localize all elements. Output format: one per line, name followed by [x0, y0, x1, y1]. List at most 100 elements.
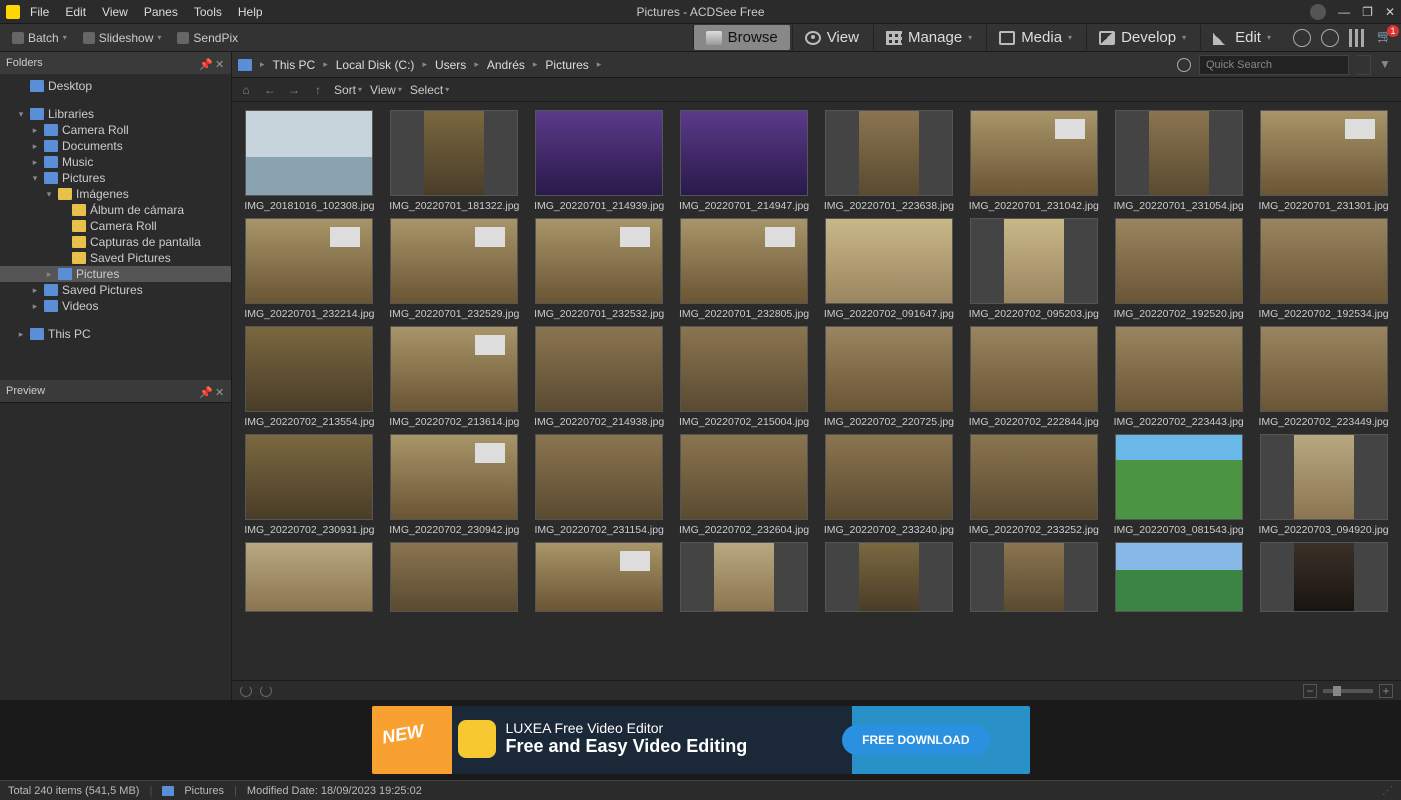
zoom-out-button[interactable]: − — [1303, 684, 1317, 698]
tree-pictures[interactable]: ▾Pictures — [0, 170, 231, 186]
crumb-pictures[interactable]: Pictures — [545, 58, 588, 72]
thumbnail-item[interactable]: IMG_20220702_232604.jpg — [675, 434, 814, 536]
thumbnail-item[interactable]: IMG_20220702_222844.jpg — [964, 326, 1103, 428]
thumbnail-item[interactable]: IMG_20220701_232214.jpg — [240, 218, 379, 320]
thumbnail-item[interactable] — [240, 542, 379, 612]
tree-thispc[interactable]: ▸This PC — [0, 326, 231, 342]
thumbnail-item[interactable]: IMG_20220702_214938.jpg — [530, 326, 669, 428]
resize-grip-icon[interactable]: ⋰ — [1382, 784, 1393, 797]
crumb-user[interactable]: Andrés — [487, 58, 525, 72]
batch-tool[interactable]: Batch▾ — [6, 29, 73, 47]
forward-icon[interactable]: → — [286, 82, 302, 98]
tree-savedpics[interactable]: Saved Pictures — [0, 250, 231, 266]
menu-tools[interactable]: Tools — [194, 5, 222, 19]
select-dropdown[interactable]: Select▾ — [410, 83, 449, 97]
mode-browse[interactable]: Browse — [693, 25, 790, 50]
maximize-button[interactable]: ❐ — [1362, 5, 1373, 19]
minimize-button[interactable]: — — [1338, 5, 1350, 19]
thumbnail-item[interactable]: IMG_20220701_231054.jpg — [1109, 110, 1248, 212]
back-icon[interactable]: ← — [262, 82, 278, 98]
menu-help[interactable]: Help — [238, 5, 263, 19]
thumbnail-item[interactable]: IMG_20220701_232805.jpg — [675, 218, 814, 320]
sendpix-tool[interactable]: SendPix — [171, 29, 244, 47]
thumbnail-item[interactable]: IMG_20220702_213554.jpg — [240, 326, 379, 428]
thumbnail-area[interactable]: IMG_20181016_102308.jpgIMG_20220701_1813… — [232, 102, 1401, 680]
crumb-users[interactable]: Users — [435, 58, 466, 72]
tree-imagenes[interactable]: ▾Imágenes — [0, 186, 231, 202]
thumbnail-item[interactable]: IMG_20220702_213614.jpg — [385, 326, 524, 428]
reload-icon[interactable] — [240, 685, 252, 697]
pin-icon[interactable]: 📌 — [199, 58, 209, 68]
tree-cameraroll[interactable]: ▸Camera Roll — [0, 122, 231, 138]
thumbnail-item[interactable] — [1109, 542, 1248, 612]
tree-libraries[interactable]: ▾Libraries — [0, 106, 231, 122]
thumbnail-item[interactable]: IMG_20220703_081543.jpg — [1109, 434, 1248, 536]
zoom-slider[interactable] — [1323, 689, 1373, 693]
tree-album[interactable]: Álbum de cámara — [0, 202, 231, 218]
thumbnail-item[interactable]: IMG_20220702_230942.jpg — [385, 434, 524, 536]
sort-dropdown[interactable]: Sort▾ — [334, 83, 362, 97]
mode-edit[interactable]: Edit▾ — [1200, 25, 1283, 50]
tree-desktop[interactable]: Desktop — [0, 78, 231, 94]
menu-view[interactable]: View — [102, 5, 128, 19]
thumbnail-item[interactable]: IMG_20220702_230931.jpg — [240, 434, 379, 536]
thumbnail-item[interactable]: IMG_20220701_214939.jpg — [530, 110, 669, 212]
sync-icon[interactable] — [1293, 29, 1311, 47]
tree-savedpics2[interactable]: ▸Saved Pictures — [0, 282, 231, 298]
menu-panes[interactable]: Panes — [144, 5, 178, 19]
thumbnail-item[interactable]: IMG_20220702_231154.jpg — [530, 434, 669, 536]
thumbnail-item[interactable] — [385, 542, 524, 612]
thumbnail-item[interactable]: IMG_20220702_223449.jpg — [1254, 326, 1393, 428]
thumbnail-item[interactable]: IMG_20220702_220725.jpg — [820, 326, 959, 428]
thumbnail-item[interactable]: IMG_20220702_095203.jpg — [964, 218, 1103, 320]
thumbnail-item[interactable] — [820, 542, 959, 612]
search-dropdown[interactable] — [1357, 55, 1371, 75]
cart-icon[interactable]: 🛒1 — [1377, 29, 1395, 47]
view-dropdown[interactable]: View▾ — [370, 83, 402, 97]
up-icon[interactable]: ↑ — [310, 82, 326, 98]
drive-icon[interactable] — [238, 59, 252, 71]
thumbnail-item[interactable]: IMG_20220701_232529.jpg — [385, 218, 524, 320]
mode-media[interactable]: Media▾ — [986, 25, 1084, 50]
pin-icon[interactable]: 📌 — [199, 386, 209, 396]
mode-develop[interactable]: Develop▾ — [1086, 25, 1198, 50]
stats-icon[interactable] — [1349, 29, 1367, 47]
menu-edit[interactable]: Edit — [65, 5, 86, 19]
thumbnail-item[interactable] — [530, 542, 669, 612]
zoom-in-button[interactable]: + — [1379, 684, 1393, 698]
thumbnail-item[interactable] — [1254, 542, 1393, 612]
tree-documents[interactable]: ▸Documents — [0, 138, 231, 154]
user-avatar-icon[interactable] — [1310, 4, 1326, 20]
tree-capturas[interactable]: Capturas de pantalla — [0, 234, 231, 250]
ad-content[interactable]: NEW LUXEA Free Video Editor Free and Eas… — [372, 706, 1030, 774]
close-panel-icon[interactable]: ✕ — [215, 386, 225, 396]
thumbnail-item[interactable]: IMG_20220702_091647.jpg — [820, 218, 959, 320]
search-input[interactable] — [1199, 55, 1349, 75]
home-icon[interactable]: ⌂ — [238, 82, 254, 98]
refresh-icon[interactable] — [1177, 58, 1191, 72]
reload-icon-2[interactable] — [260, 685, 272, 697]
thumbnail-item[interactable]: IMG_20220702_233240.jpg — [820, 434, 959, 536]
close-panel-icon[interactable]: ✕ — [215, 58, 225, 68]
thumbnail-item[interactable]: IMG_20220703_094920.jpg — [1254, 434, 1393, 536]
menu-file[interactable]: File — [30, 5, 49, 19]
thumbnail-item[interactable]: IMG_20220701_214947.jpg — [675, 110, 814, 212]
thumbnail-item[interactable]: IMG_20220701_231301.jpg — [1254, 110, 1393, 212]
crumb-localdisk[interactable]: Local Disk (C:) — [336, 58, 415, 72]
mode-view[interactable]: View — [792, 25, 871, 50]
thumbnail-item[interactable]: IMG_20220701_231042.jpg — [964, 110, 1103, 212]
thumbnail-item[interactable]: IMG_20220702_223443.jpg — [1109, 326, 1248, 428]
filter-icon[interactable]: ▼ — [1379, 57, 1395, 73]
free-download-button[interactable]: FREE DOWNLOAD — [842, 725, 989, 755]
tree-music[interactable]: ▸Music — [0, 154, 231, 170]
thumbnail-item[interactable] — [675, 542, 814, 612]
tree-videos[interactable]: ▸Videos — [0, 298, 231, 314]
thumbnail-item[interactable]: IMG_20220701_223638.jpg — [820, 110, 959, 212]
close-button[interactable]: ✕ — [1385, 5, 1395, 19]
mode-manage[interactable]: Manage▾ — [873, 25, 984, 50]
tree-pictures-selected[interactable]: ▸Pictures — [0, 266, 231, 282]
crumb-thispc[interactable]: This PC — [273, 58, 316, 72]
365-icon[interactable] — [1321, 29, 1339, 47]
thumbnail-item[interactable]: IMG_20220701_181322.jpg — [385, 110, 524, 212]
slideshow-tool[interactable]: Slideshow▾ — [77, 29, 168, 47]
